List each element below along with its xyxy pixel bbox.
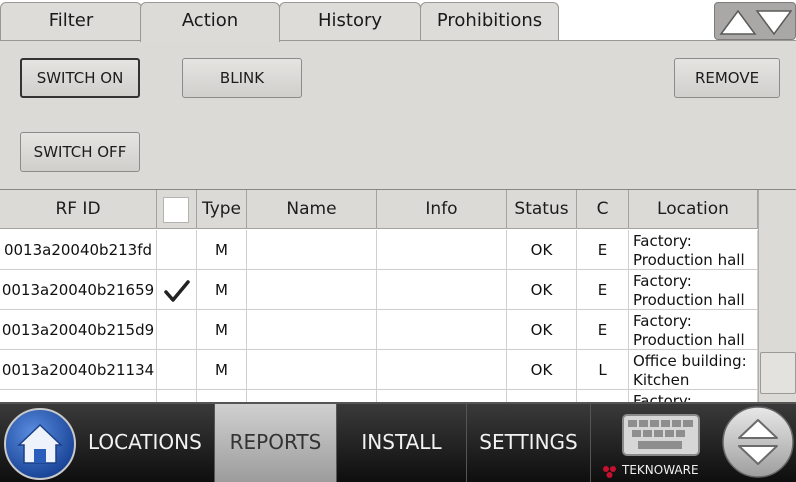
cell-type: M: [197, 310, 247, 350]
cell-type: M: [197, 350, 247, 390]
location-area: Production hall: [633, 331, 745, 349]
cell-status: OK: [507, 270, 577, 310]
header-location[interactable]: Location: [629, 190, 758, 229]
header-c[interactable]: C: [577, 190, 629, 229]
cell-c: E: [577, 230, 629, 270]
cell-status: OK: [507, 310, 577, 350]
tab-action[interactable]: Action: [140, 2, 280, 42]
nav-reports[interactable]: REPORTS: [215, 404, 337, 482]
table-row[interactable]: 0013a20040b213fd M OK E Factory: Production h…: [0, 230, 758, 270]
cell-c: E: [577, 270, 629, 310]
cell-name: [247, 390, 377, 402]
table-row[interactable]: 0013a20040b21134 M OK L Office building: Kitc…: [0, 350, 758, 390]
location-site: Factory:: [633, 232, 692, 250]
cell-info: [377, 270, 507, 310]
tab-prohibitions[interactable]: Prohibitions: [420, 2, 559, 40]
cell-rfid: 0013a20040b21134: [0, 350, 157, 390]
select-all-checkbox[interactable]: [163, 197, 189, 223]
cell-info: [377, 350, 507, 390]
cell-location: Factory: Production hall: [629, 270, 758, 310]
brand-name: TEKNOWARE: [622, 463, 699, 477]
header-name[interactable]: Name: [247, 190, 377, 229]
cell-status: OK: [507, 350, 577, 390]
cell-location: Factory:: [629, 390, 758, 402]
table-row[interactable]: 0013a20040b215d9 M OK E Factory: Production h…: [0, 310, 758, 350]
header-type[interactable]: Type: [197, 190, 247, 229]
location-area: Production hall: [633, 251, 745, 269]
cell-name: [247, 270, 377, 310]
cell-name: [247, 350, 377, 390]
table-row[interactable]: Factory:: [0, 390, 758, 402]
cell-rfid: [0, 390, 157, 402]
cell-type: M: [197, 230, 247, 270]
remove-button[interactable]: REMOVE: [674, 58, 780, 98]
row-checkbox[interactable]: [157, 230, 197, 270]
home-icon[interactable]: [3, 407, 77, 481]
row-checkbox[interactable]: [157, 390, 197, 402]
cell-rfid: 0013a20040b21659: [0, 270, 157, 310]
cell-info: [377, 310, 507, 350]
nav-settings[interactable]: SETTINGS: [467, 404, 591, 482]
cell-type: M: [197, 270, 247, 310]
header-rfid[interactable]: RF ID: [0, 190, 157, 229]
row-checkbox[interactable]: [157, 270, 197, 310]
table-scrollbar-thumb[interactable]: [760, 352, 796, 394]
location-area: Kitchen: [633, 371, 690, 389]
cell-location: Office building: Kitchen: [629, 350, 758, 390]
device-table: RF ID Type Name Info Status C Location 0…: [0, 190, 796, 402]
blink-button[interactable]: BLINK: [182, 58, 302, 98]
cell-rfid: 0013a20040b215d9: [0, 310, 157, 350]
cell-info: [377, 230, 507, 270]
cell-c: E: [577, 310, 629, 350]
cell-name: [247, 230, 377, 270]
cell-status: [507, 390, 577, 402]
action-panel: SWITCH ON BLINK REMOVE SWITCH OFF: [0, 40, 796, 190]
tab-scroll-arrows[interactable]: [714, 2, 796, 40]
switch-off-button[interactable]: SWITCH OFF: [20, 132, 140, 172]
nav-install[interactable]: INSTALL: [337, 404, 467, 482]
cell-location: Factory: Production hall: [629, 230, 758, 270]
table-row[interactable]: 0013a20040b21659 M OK E Factory: Production h…: [0, 270, 758, 310]
cell-status: OK: [507, 230, 577, 270]
location-site: Factory:: [633, 312, 692, 330]
header-status[interactable]: Status: [507, 190, 577, 229]
tab-bar: Filter History Prohibitions Action: [0, 0, 796, 42]
cell-location: Factory: Production hall: [629, 310, 758, 350]
switch-on-button[interactable]: SWITCH ON: [20, 58, 140, 98]
row-checkbox[interactable]: [157, 350, 197, 390]
header-info[interactable]: Info: [377, 190, 507, 229]
cell-c: L: [577, 350, 629, 390]
cell-rfid: 0013a20040b213fd: [0, 230, 157, 270]
cell-info: [377, 390, 507, 402]
check-icon: [164, 280, 190, 302]
location-site: Factory:: [633, 392, 692, 402]
up-down-arrows-icon: [719, 9, 793, 36]
keyboard-icon[interactable]: [622, 414, 700, 456]
cell-name: [247, 310, 377, 350]
location-site: Factory:: [633, 272, 692, 290]
location-site: Office building:: [633, 352, 747, 370]
tab-history[interactable]: History: [279, 2, 421, 40]
header-select-all[interactable]: [157, 190, 197, 229]
nav-up-down-arrows-icon[interactable]: [722, 406, 794, 478]
cell-type: [197, 390, 247, 402]
cell-c: [577, 390, 629, 402]
tab-filter[interactable]: Filter: [0, 2, 142, 40]
row-checkbox[interactable]: [157, 310, 197, 350]
location-area: Production hall: [633, 291, 745, 309]
